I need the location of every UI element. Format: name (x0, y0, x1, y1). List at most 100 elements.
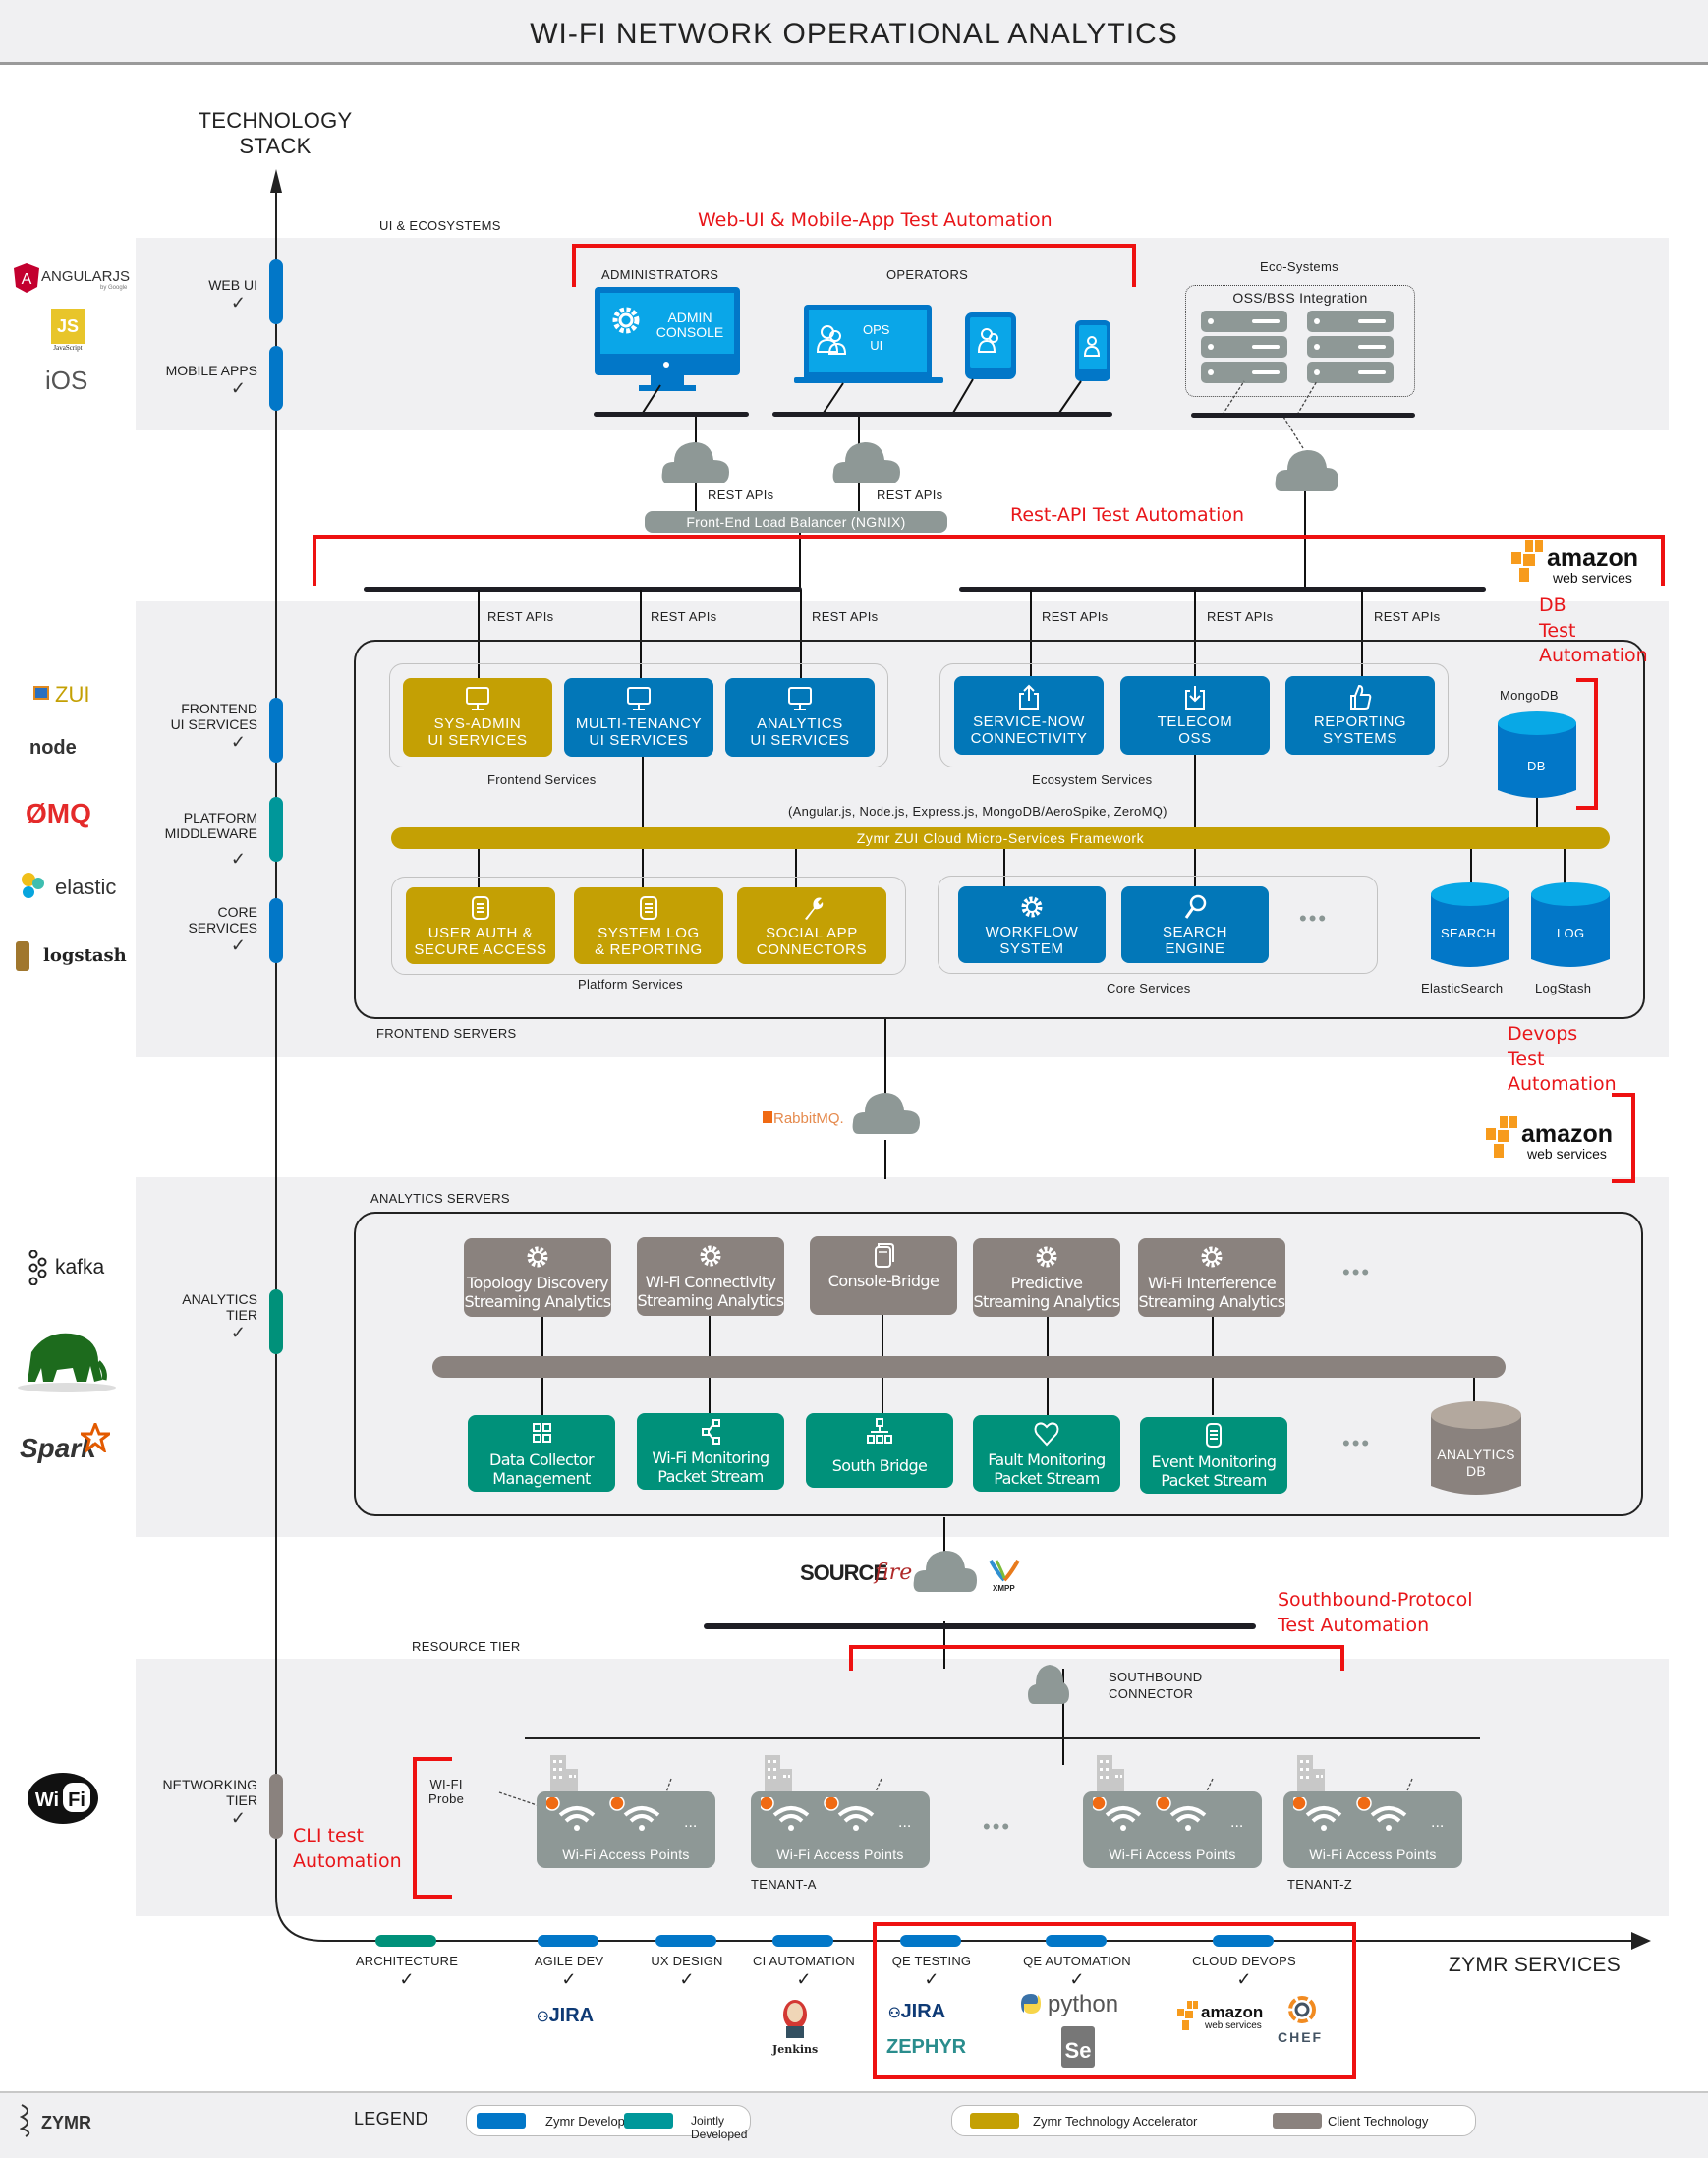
reporting-systems[interactable]: REPORTING SYSTEMS (1285, 676, 1435, 755)
service-pill (655, 1935, 716, 1947)
zymr-logo: ZYMR (19, 2103, 91, 2143)
share-nodes-icon (702, 1419, 720, 1445)
wifi-access-points[interactable]: ... Wi-Fi Access Points (751, 1791, 930, 1868)
aws-logo: amazon web services (1177, 2001, 1285, 2036)
analytics-service[interactable]: Predictive Streaming Analytics (973, 1238, 1120, 1317)
devops-bracket-bottom (1612, 1179, 1635, 1183)
building-icon (1297, 1755, 1327, 1792)
packet-stream-service[interactable]: Data Collector Management (468, 1415, 615, 1492)
analytics-service[interactable]: Wi-Fi Connectivity Streaming Analytics (637, 1237, 784, 1316)
analytics-service[interactable]: Topology Discovery Streaming Analytics (464, 1238, 611, 1317)
legend-swatch-client (1273, 2113, 1322, 2129)
service-label: ARCHITECTURE (355, 1954, 459, 1968)
resource-bus (704, 1623, 1256, 1629)
multi-tenancy-ui-services[interactable]: MULTI-TENANCY UI SERVICES (564, 678, 713, 757)
wrench-icon (805, 897, 824, 920)
service-pill (1046, 1935, 1107, 1947)
download-icon (1185, 686, 1205, 710)
zymr-services-label: ZYMR SERVICES (1449, 1954, 1622, 1976)
svg-text:...: ... (898, 1814, 911, 1831)
db-bracket-side (1594, 678, 1598, 810)
wifi-access-points[interactable]: ... Wi-Fi Access Points (1083, 1791, 1262, 1868)
cli-bracket-bottom (413, 1895, 452, 1899)
tenant-z-label: TENANT-Z (1287, 1877, 1352, 1892)
legend-label: Jointly Developed (691, 2114, 748, 2141)
wifi-icon: ... (546, 1797, 697, 1831)
southbound-bracket-right (1340, 1645, 1344, 1671)
gear-icon (700, 1245, 721, 1267)
share-icon (1019, 684, 1039, 710)
check-icon: ✓ (1069, 1969, 1085, 1989)
social-app-connectors[interactable]: SOCIAL APP CONNECTORS (737, 887, 886, 964)
python-logo: python (1018, 1991, 1118, 2021)
search-engine[interactable]: SEARCH ENGINE (1121, 886, 1269, 963)
document-icon (1206, 1423, 1222, 1448)
db-test-annotation: DB Test Automation (1539, 595, 1648, 667)
monitor-icon (788, 687, 812, 710)
platform-services-label: Platform Services (578, 977, 683, 992)
packet-stream-service[interactable]: Wi-Fi Monitoring Packet Stream (637, 1413, 784, 1490)
service-pill (375, 1935, 436, 1947)
wifi-access-points[interactable]: ... Wi-Fi Access Points (1283, 1791, 1462, 1868)
selenium-logo: Se (1061, 2026, 1095, 2068)
thumbs-up-icon (1350, 684, 1372, 710)
wifi-probe-label: WI-FI Probe (428, 1777, 465, 1806)
resource-connectors (498, 1517, 1413, 1808)
legend-group-technology: Zymr Technology Accelerator Client Techn… (951, 2105, 1476, 2136)
access-point-label: Wi-Fi Access Points (1309, 1846, 1437, 1862)
db-label: DB (1527, 759, 1546, 773)
qe-box-top (873, 1922, 1356, 1926)
cloud-icon (852, 1093, 920, 1134)
service-pill (1213, 1935, 1274, 1947)
gear-icon (527, 1246, 548, 1268)
frontend-services-label: Frontend Services (487, 772, 597, 787)
analytics-service[interactable]: Wi-Fi Interference Streaming Analytics (1138, 1238, 1285, 1317)
frontend-servers-label: FRONTEND SERVERS (376, 1026, 517, 1041)
legend-title: LEGEND (354, 2109, 428, 2129)
access-point-label: Wi-Fi Access Points (1109, 1846, 1236, 1862)
packet-stream-service[interactable]: Event Monitoring Packet Stream (1140, 1417, 1287, 1494)
mongodb-database-icon (1498, 711, 1576, 798)
heart-icon (1034, 1422, 1059, 1447)
cli-bracket-side (413, 1757, 417, 1899)
search-icon (1184, 894, 1207, 919)
console-icon (875, 1243, 894, 1268)
qe-box-left (873, 1922, 877, 2079)
check-icon: ✓ (1236, 1969, 1252, 1989)
service-now-connectivity[interactable]: SERVICE-NOW CONNECTIVITY (954, 676, 1104, 755)
more-analytics-services: ••• (1342, 1260, 1372, 1284)
service-pill (772, 1935, 833, 1947)
packet-stream-service[interactable]: South Bridge (806, 1413, 953, 1488)
framework-tech-label: (Angular.js, Node.js, Express.js, MongoD… (788, 804, 1167, 819)
analytics-service[interactable]: Console-Bridge (810, 1236, 957, 1315)
building-icon (550, 1755, 580, 1792)
gear-icon (1021, 896, 1043, 918)
legend-swatch-jointly-developed (624, 2113, 673, 2129)
hierarchy-icon (867, 1418, 892, 1444)
ecosystem-services-label: Ecosystem Services (1032, 772, 1153, 787)
user-auth-secure-access[interactable]: USER AUTH & SECURE ACCESS (406, 887, 555, 964)
cloud-icon (913, 1551, 977, 1592)
cli-bracket-top (413, 1757, 452, 1761)
packet-stream-service[interactable]: Fault Monitoring Packet Stream (973, 1415, 1120, 1492)
gear-icon (1036, 1246, 1057, 1268)
workflow-system[interactable]: WORKFLOW SYSTEM (958, 886, 1106, 963)
document-icon (640, 896, 657, 920)
service-label: CLOUD DEVOPS (1192, 1954, 1296, 1968)
service-label: CI AUTOMATION (753, 1954, 855, 1968)
wifi-access-points[interactable]: ... Wi-Fi Access Points (537, 1791, 715, 1868)
telecom-oss[interactable]: TELECOM OSS (1120, 676, 1270, 755)
analytics-bus-bar (432, 1356, 1506, 1378)
jenkins-logo: Jenkins (772, 1999, 818, 2056)
analytics-servers-label: ANALYTICS SERVERS (370, 1191, 510, 1206)
system-log-reporting[interactable]: SYSTEM LOG & REPORTING (574, 887, 723, 964)
rabbitmq-logo: RabbitMQ. (763, 1110, 844, 1127)
jira-logo: ⚇JIRA (888, 2001, 946, 2022)
document-icon (472, 896, 489, 920)
jira-logo: ⚇JIRA (537, 2005, 595, 2026)
check-icon: ✓ (679, 1969, 695, 1989)
sys-admin-ui-services[interactable]: SYS-ADMIN UI SERVICES (403, 678, 552, 757)
analytics-ui-services[interactable]: ANALYTICS UI SERVICES (725, 678, 875, 757)
service-pill (900, 1935, 961, 1947)
xmpp-logo: XMPP (989, 1559, 1028, 1598)
